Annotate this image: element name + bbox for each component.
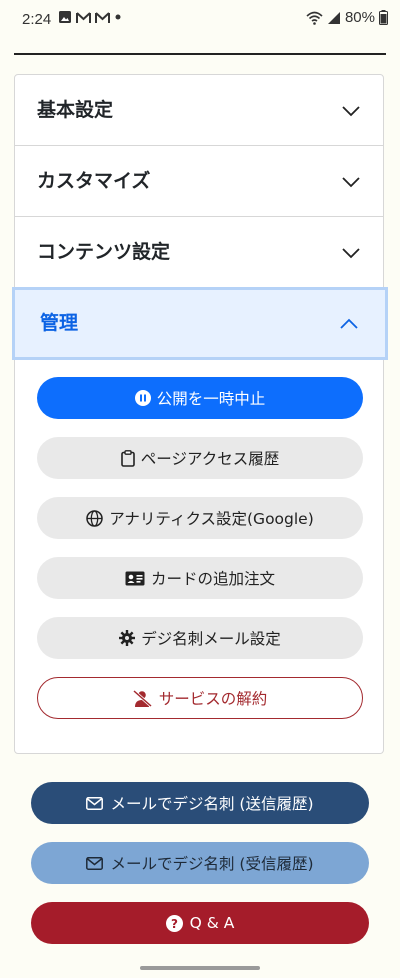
home-indicator[interactable]: [140, 966, 260, 970]
chevron-down-icon: [342, 106, 360, 117]
signal-icon: [327, 11, 340, 24]
clipboard-icon: [120, 449, 135, 467]
wifi-icon: [306, 11, 323, 25]
envelope-icon: [86, 796, 104, 810]
cancel-service-button[interactable]: サービスの解約: [37, 677, 363, 719]
globe-icon: [86, 509, 103, 527]
accordion-title: 基本設定: [37, 99, 114, 121]
additional-card-order-button[interactable]: カードの追加注文: [37, 557, 363, 599]
settings-accordion: 基本設定 カスタマイズ コンテンツ設定 管理 公開を一時中止 ページアクセス履歴…: [12, 74, 388, 754]
qa-button[interactable]: ? Q & A: [31, 902, 369, 944]
analytics-settings-button[interactable]: アナリティクス設定(Google): [37, 497, 363, 539]
accordion-title: 管理: [40, 312, 79, 334]
mail-sent-history-button[interactable]: メールでデジ名刺 (送信履歴): [31, 782, 369, 824]
gear-icon: [119, 630, 136, 646]
accordion-header-customize[interactable]: カスタマイズ: [15, 146, 383, 217]
svg-text:?: ?: [171, 917, 178, 931]
accordion-title: カスタマイズ: [37, 170, 151, 192]
notification-icons: [58, 10, 122, 24]
accordion-header-basic-settings[interactable]: 基本設定: [15, 75, 383, 146]
battery-percent: 80%: [344, 9, 375, 26]
page-access-history-button[interactable]: ページアクセス履歴: [37, 437, 363, 479]
status-right: 80%: [306, 9, 388, 26]
dot-icon: [115, 14, 121, 20]
pause-icon: [134, 390, 151, 406]
question-circle-icon: ?: [165, 914, 183, 932]
user-slash-icon: [132, 689, 152, 707]
digi-card-mail-settings-label: デジ名刺メール設定: [141, 630, 281, 648]
qa-label: Q & A: [189, 914, 235, 932]
accordion-title: コンテンツ設定: [37, 241, 171, 263]
battery-icon: [379, 10, 388, 25]
digi-card-mail-settings-button[interactable]: デジ名刺メール設定: [37, 617, 363, 659]
envelope-icon: [86, 856, 104, 870]
mail-sent-history-label: メールでデジ名刺 (送信履歴): [110, 795, 314, 813]
gmail-icon: [95, 11, 110, 23]
status-bar: 2:24 80%: [0, 0, 400, 38]
top-divider: [14, 53, 386, 55]
analytics-settings-label: アナリティクス設定(Google): [109, 510, 314, 528]
mail-received-history-label: メールでデジ名刺 (受信履歴): [110, 855, 314, 873]
chevron-down-icon: [342, 177, 360, 188]
chevron-up-icon: [340, 318, 358, 329]
mail-received-history-button[interactable]: メールでデジ名刺 (受信履歴): [31, 842, 369, 884]
pause-publish-button[interactable]: 公開を一時中止: [37, 377, 363, 419]
chevron-down-icon: [342, 248, 360, 259]
pause-publish-label: 公開を一時中止: [156, 390, 266, 408]
status-time: 2:24: [22, 11, 52, 28]
accordion-header-content-settings[interactable]: コンテンツ設定: [15, 217, 383, 288]
additional-card-order-label: カードの追加注文: [150, 570, 275, 588]
image-icon: [59, 11, 71, 23]
page-access-history-label: ページアクセス履歴: [140, 450, 280, 468]
cancel-service-label: サービスの解約: [158, 690, 268, 708]
gmail-icon: [76, 11, 91, 23]
id-card-icon: [125, 571, 145, 585]
accordion-header-management[interactable]: 管理: [12, 287, 388, 360]
